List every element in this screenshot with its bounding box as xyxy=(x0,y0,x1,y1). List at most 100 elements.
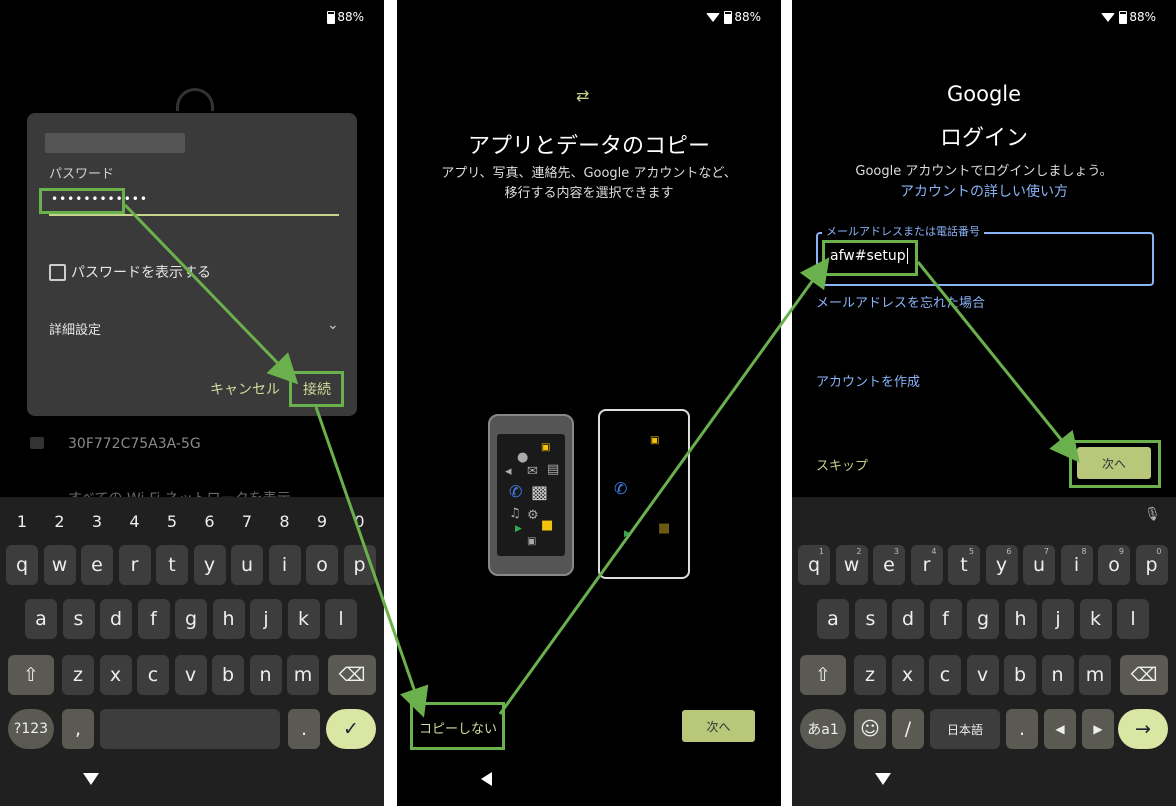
space-key[interactable] xyxy=(100,709,280,749)
nav-back-icon[interactable] xyxy=(481,772,492,786)
enter-key[interactable]: → xyxy=(1118,709,1168,749)
letter-key-x[interactable]: x xyxy=(891,655,924,695)
wifi-signal-icon xyxy=(706,12,721,22)
nav-hide-keyboard-icon[interactable] xyxy=(875,773,891,785)
backspace-key[interactable]: ⌫ xyxy=(328,655,376,695)
cursor-left-key[interactable]: ◀ xyxy=(1044,709,1076,749)
done-key[interactable]: ✓ xyxy=(326,709,376,749)
letter-key-h[interactable]: h xyxy=(212,599,245,639)
number-key-7[interactable]: 7 xyxy=(231,501,263,541)
letter-key-e[interactable]: e xyxy=(81,545,113,585)
letter-key-q[interactable]: q1 xyxy=(798,545,830,585)
number-key-8[interactable]: 8 xyxy=(269,501,301,541)
letter-key-s[interactable]: s xyxy=(62,599,95,639)
letter-key-f[interactable]: f xyxy=(929,599,962,639)
number-key-3[interactable]: 3 xyxy=(81,501,113,541)
letter-key-b[interactable]: b xyxy=(1004,655,1036,695)
letter-key-y[interactable]: y xyxy=(193,545,226,585)
show-password-checkbox[interactable] xyxy=(49,264,66,281)
transfer-icon: ⇄ xyxy=(576,86,590,105)
period-key[interactable]: . xyxy=(1006,709,1038,749)
play-icon: ▶ xyxy=(624,529,631,539)
network-list-item[interactable]: 30F772C75A3A-5G xyxy=(68,436,201,452)
letter-key-l[interactable]: l xyxy=(325,599,357,639)
letter-key-k[interactable]: k xyxy=(1079,599,1112,639)
next-button[interactable]: 次へ xyxy=(682,710,755,742)
mic-off-icon[interactable]: 🎙 xyxy=(1144,507,1161,522)
letter-key-o[interactable]: o9 xyxy=(1098,545,1130,585)
letter-key-q[interactable]: q xyxy=(6,545,38,585)
language-space-key[interactable]: 日本語 xyxy=(930,709,1000,749)
wifi-icon xyxy=(176,88,214,111)
page-title: アプリとデータのコピー xyxy=(467,134,710,159)
letter-key-i[interactable]: i8 xyxy=(1060,545,1093,585)
shift-key[interactable]: ⇧ xyxy=(800,655,846,695)
shift-key[interactable]: ⇧ xyxy=(8,655,54,695)
letter-key-s[interactable]: s xyxy=(854,599,887,639)
letter-key-d[interactable]: d xyxy=(892,599,924,639)
letter-key-o[interactable]: o xyxy=(306,545,338,585)
slash-key[interactable]: / xyxy=(892,709,924,749)
number-key-9[interactable]: 9 xyxy=(306,501,338,541)
letter-key-w[interactable]: w2 xyxy=(835,545,868,585)
number-key-2[interactable]: 2 xyxy=(44,501,76,541)
letter-key-y[interactable]: y6 xyxy=(985,545,1018,585)
letter-key-m[interactable]: m xyxy=(1079,655,1111,695)
number-key-0[interactable]: 0 xyxy=(344,501,376,541)
letter-key-b[interactable]: b xyxy=(212,655,244,695)
letter-key-z[interactable]: z xyxy=(854,655,886,695)
letter-key-k[interactable]: k xyxy=(287,599,320,639)
letter-key-t[interactable]: t xyxy=(156,545,188,585)
letter-key-j[interactable]: j xyxy=(1042,599,1074,639)
letter-key-n[interactable]: n xyxy=(1041,655,1074,695)
letter-key-c[interactable]: c xyxy=(137,655,169,695)
period-key[interactable]: . xyxy=(288,709,320,749)
letter-key-f[interactable]: f xyxy=(137,599,170,639)
comma-key[interactable]: , xyxy=(62,709,94,749)
advanced-settings-label[interactable]: 詳細設定 xyxy=(49,319,101,338)
account-help-link[interactable]: アカウントの詳しい使い方 xyxy=(792,181,1176,201)
key-hint: 4 xyxy=(931,547,937,556)
letter-key-a[interactable]: a xyxy=(817,599,849,639)
letter-key-r[interactable]: r4 xyxy=(910,545,943,585)
letter-key-w[interactable]: w xyxy=(43,545,76,585)
letter-key-v[interactable]: v xyxy=(174,655,207,695)
letter-key-x[interactable]: x xyxy=(99,655,132,695)
letter-key-z[interactable]: z xyxy=(62,655,94,695)
letter-key-n[interactable]: n xyxy=(249,655,282,695)
letter-key-v[interactable]: v xyxy=(966,655,999,695)
number-key-6[interactable]: 6 xyxy=(194,501,226,541)
create-account-link[interactable]: アカウントを作成 xyxy=(816,371,920,390)
forgot-email-link[interactable]: メールアドレスを忘れた場合 xyxy=(816,292,985,311)
letter-key-r[interactable]: r xyxy=(118,545,151,585)
chevron-down-icon[interactable]: ⌄ xyxy=(327,317,339,333)
number-key-4[interactable]: 4 xyxy=(119,501,151,541)
letter-key-g[interactable]: g xyxy=(967,599,999,639)
emoji-key[interactable]: ☺ xyxy=(854,709,886,749)
letter-key-t[interactable]: t5 xyxy=(948,545,980,585)
letter-key-m[interactable]: m xyxy=(287,655,319,695)
number-key-1[interactable]: 1 xyxy=(6,501,38,541)
nav-hide-keyboard-icon[interactable] xyxy=(83,773,99,785)
letter-key-p[interactable]: p xyxy=(343,545,376,585)
letter-key-e[interactable]: e3 xyxy=(873,545,905,585)
skip-button[interactable]: スキップ xyxy=(816,455,868,474)
letter-key-l[interactable]: l xyxy=(1117,599,1149,639)
letter-key-c[interactable]: c xyxy=(929,655,961,695)
cancel-button[interactable]: キャンセル xyxy=(210,379,280,399)
letter-key-j[interactable]: j xyxy=(250,599,282,639)
letter-key-p[interactable]: p0 xyxy=(1135,545,1168,585)
backspace-key[interactable]: ⌫ xyxy=(1120,655,1168,695)
letter-key-a[interactable]: a xyxy=(25,599,57,639)
letter-key-d[interactable]: d xyxy=(100,599,132,639)
key-hint: 3 xyxy=(893,547,899,556)
letter-key-u[interactable]: u7 xyxy=(1023,545,1055,585)
letter-key-h[interactable]: h xyxy=(1004,599,1037,639)
letter-key-u[interactable]: u xyxy=(231,545,263,585)
letter-key-i[interactable]: i xyxy=(268,545,301,585)
symbols-key[interactable]: ?123 xyxy=(8,709,54,749)
input-mode-key[interactable]: あa1 xyxy=(800,709,846,749)
number-key-5[interactable]: 5 xyxy=(156,501,188,541)
letter-key-g[interactable]: g xyxy=(175,599,207,639)
cursor-right-key[interactable]: ▶ xyxy=(1082,709,1114,749)
